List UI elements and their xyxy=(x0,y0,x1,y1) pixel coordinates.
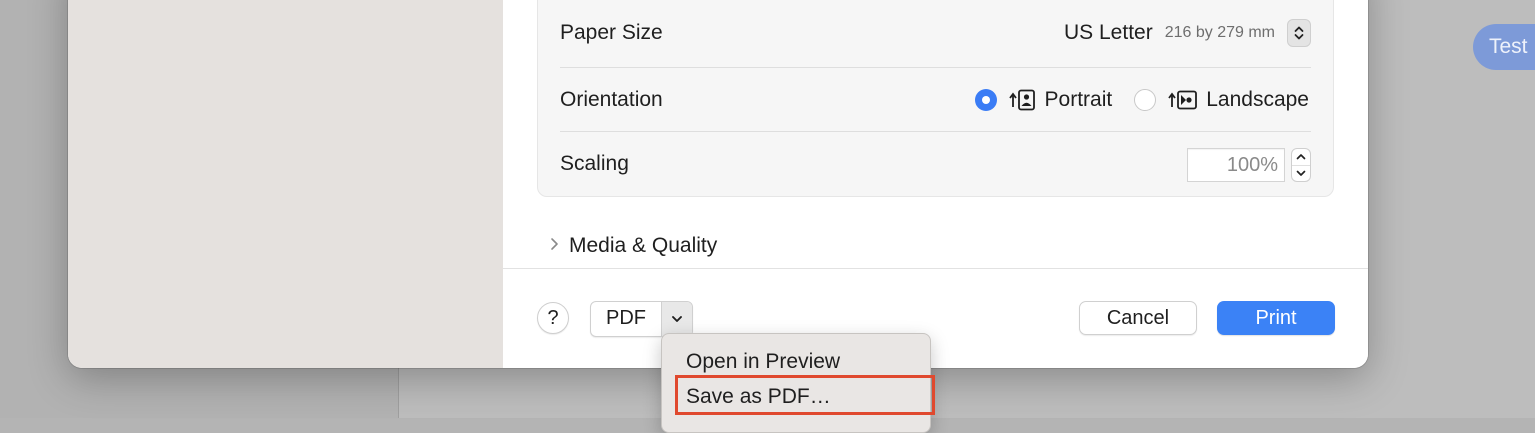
landscape-radio[interactable] xyxy=(1134,89,1157,111)
test-button[interactable]: Test xyxy=(1473,24,1535,70)
landscape-orientation-icon xyxy=(1168,89,1198,111)
pdf-menu-button[interactable]: PDF xyxy=(590,301,693,337)
footer-divider xyxy=(503,268,1368,269)
layout-settings-group: Paper Size US Letter 216 by 279 mm Orien… xyxy=(537,0,1334,197)
media-quality-disclosure[interactable]: Media & Quality xyxy=(549,228,717,264)
print-preview-pane xyxy=(68,0,503,368)
scaling-input[interactable]: 100% xyxy=(1187,148,1285,182)
paper-size-value: US Letter xyxy=(1064,21,1153,44)
pdf-button[interactable]: PDF xyxy=(591,302,661,336)
scaling-control: 100% xyxy=(1187,146,1311,184)
chevron-right-icon xyxy=(549,237,559,256)
portrait-radio[interactable] xyxy=(974,89,997,111)
scaling-stepper[interactable] xyxy=(1291,148,1311,182)
up-down-chevron-icon[interactable] xyxy=(1287,19,1311,47)
orientation-label: Orientation xyxy=(560,88,663,111)
portrait-orientation-icon xyxy=(1008,89,1037,111)
media-quality-label: Media & Quality xyxy=(569,234,718,257)
paper-size-popup[interactable]: US Letter 216 by 279 mm xyxy=(1064,15,1311,51)
cancel-button[interactable]: Cancel xyxy=(1079,301,1197,335)
chevron-up-icon[interactable] xyxy=(1292,149,1310,166)
portrait-label: Portrait xyxy=(1044,88,1113,111)
chevron-down-icon[interactable] xyxy=(1292,166,1310,182)
paper-size-row: Paper Size US Letter 216 by 279 mm xyxy=(560,1,1311,65)
paper-size-label: Paper Size xyxy=(560,21,663,44)
paper-size-dimensions: 216 by 279 mm xyxy=(1164,24,1275,41)
help-button[interactable]: ? xyxy=(537,302,569,334)
print-settings-panel: Paper Size US Letter 216 by 279 mm Orien… xyxy=(503,0,1368,368)
print-button[interactable]: Print xyxy=(1217,301,1335,335)
scaling-label: Scaling xyxy=(560,152,629,175)
print-dialog: Paper Size US Letter 216 by 279 mm Orien… xyxy=(68,0,1368,368)
landscape-label: Landscape xyxy=(1206,88,1309,111)
pdf-dropdown-toggle[interactable] xyxy=(661,302,692,336)
chevron-down-icon xyxy=(672,316,682,322)
orientation-row: Orientation Portrait Landscape xyxy=(560,67,1311,132)
orientation-options: Portrait Landscape xyxy=(974,82,1309,118)
scaling-row: Scaling 100% xyxy=(560,131,1311,198)
save-as-pdf-highlight xyxy=(675,375,935,415)
